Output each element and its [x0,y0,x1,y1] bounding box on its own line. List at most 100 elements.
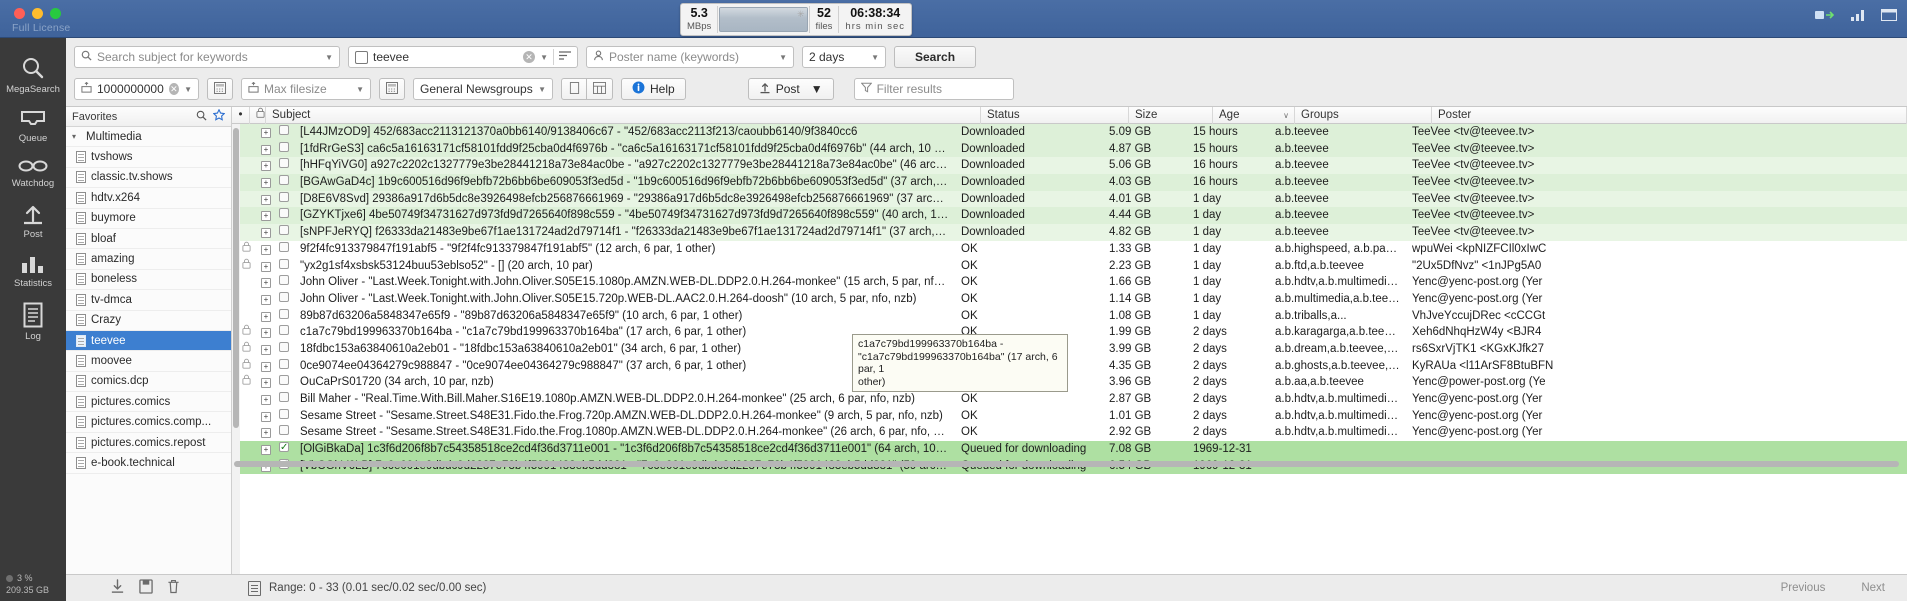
table-row[interactable]: + Bill Maher - "Real.Time.With.Bill.Maher… [240,391,1907,408]
chevron-down-icon[interactable]: ▾ [72,132,81,141]
row-expand-button[interactable]: + [258,358,276,375]
table-row[interactable]: + [OlGiBkaDa] 1c3f6d206f8b7c54358518ce2cd… [240,441,1907,458]
table-row[interactable]: + "yx2g1sf4xsbsk53124buu53eblso52" - [] (… [240,257,1907,275]
favorites-item[interactable]: buymore [66,209,231,229]
row-checkbox[interactable] [276,341,294,358]
poster-input[interactable]: Poster name (keywords) ▼ [586,46,794,68]
sidebar-item-queue[interactable]: Queue [0,101,66,150]
sidebar-item-post[interactable]: Post [0,195,66,246]
previous-button[interactable]: Previous [1781,582,1826,594]
post-button[interactable]: Post ▼ [747,78,834,100]
row-expand-button[interactable]: + [258,441,276,458]
row-expand-button[interactable]: + [258,157,276,174]
table-row[interactable]: + [D8E6V8Svd] 29386a917d6b5dc8e3926498efc… [240,190,1907,208]
favorites-item[interactable]: boneless [66,270,231,291]
row-checkbox[interactable] [276,308,294,325]
row-checkbox[interactable] [276,408,294,425]
vertical-scrollbar[interactable] [232,124,240,574]
row-expand-button[interactable]: + [258,141,276,158]
row-expand-button[interactable]: + [258,341,276,358]
sort-icon[interactable] [559,50,571,64]
signal-icon[interactable] [1851,9,1867,21]
row-checkbox[interactable] [276,258,294,275]
connections-icon[interactable] [1815,9,1837,21]
row-checkbox[interactable] [276,358,294,375]
row-checkbox[interactable] [276,174,294,191]
favorites-item[interactable]: pictures.comics.repost [66,433,231,454]
header-groups[interactable]: Groups [1295,107,1432,124]
favorites-item[interactable]: teevee [66,330,231,352]
table-row[interactable]: + John Oliver - "Last.Week.Tonight.with.J… [240,274,1907,291]
row-checkbox[interactable] [276,324,294,341]
favorites-item[interactable]: pictures.comics [66,392,231,413]
download-icon[interactable] [110,579,125,597]
table-row[interactable]: + [GZYKTjxe6] 4be50749f34731627d973fd9d72… [240,207,1907,225]
row-expand-button[interactable]: + [258,241,276,258]
favorites-item[interactable]: tvshows [66,147,231,168]
favorites-item[interactable]: comics.dcp [66,372,231,393]
row-checkbox[interactable] [276,241,294,258]
chevron-down-icon[interactable]: ▼ [871,53,879,62]
sidebar-item-watchdog[interactable]: Watchdog [0,150,66,195]
search-input[interactable]: Search subject for keywords ▼ [74,46,340,68]
chevron-down-icon[interactable]: ▼ [540,53,548,62]
sidebar-item-statistics[interactable]: Statistics [0,246,66,295]
row-expand-button[interactable]: + [258,391,276,408]
row-checkbox[interactable] [276,391,294,408]
table-row[interactable]: +9f2f4fc913379847f191abf5 - "9f2f4fc9133… [240,240,1907,258]
header-lock-column[interactable] [250,107,266,124]
view-toggle-group[interactable] [561,78,613,100]
window-controls[interactable] [14,8,61,19]
table-row[interactable]: +0ce9074ee04364279c988847 - "0ce9074ee04… [240,357,1907,375]
row-checkbox[interactable] [276,291,294,308]
table-row[interactable]: + Sesame Street - "Sesame.Street.S48E31.F… [240,424,1907,442]
favorites-item[interactable]: classic.tv.shows [66,168,231,189]
grid-view-button[interactable] [587,78,613,100]
row-checkbox[interactable] [276,224,294,241]
row-expand-button[interactable]: + [258,324,276,341]
window-icon[interactable] [1881,9,1897,21]
row-expand-button[interactable]: + [258,291,276,308]
row-expand-button[interactable]: + [258,174,276,191]
table-row[interactable]: + [BGAwGaD4c] 1b9c600516d96f9ebfb72b6bb6b… [240,174,1907,191]
max-size-input[interactable]: Max filesize ▼ [241,78,371,100]
row-expand-button[interactable]: + [258,374,276,391]
chevron-down-icon[interactable]: ▼ [811,82,823,96]
favorites-item[interactable]: ▾ Multimedia [66,127,231,148]
header-size[interactable]: Size [1129,107,1213,124]
row-checkbox[interactable] [276,274,294,291]
statusbar-actions[interactable] [66,579,180,597]
age-select[interactable]: 2 days ▼ [802,46,886,68]
clear-icon[interactable]: ✕ [523,51,536,63]
table-row[interactable]: + Sesame Street - "Sesame.Street.S48E31.F… [240,407,1907,425]
sidebar-item-log[interactable]: Log [0,295,66,348]
max-size-calculator-button[interactable] [379,78,405,100]
row-checkbox[interactable] [276,424,294,441]
favorites-item[interactable]: e-book.technical [66,453,231,474]
chevron-down-icon[interactable]: ▼ [538,85,546,94]
keyword-input[interactable]: teevee ✕ ▼ [348,46,578,68]
favorites-item[interactable]: Crazy [66,311,231,331]
row-checkbox[interactable] [276,141,294,158]
favorites-search-icon[interactable] [196,110,207,124]
table-row[interactable]: + [hHFqYiVG0] a927c2202c1327779e3be284412… [240,157,1907,175]
titlebar-right-icons[interactable] [1815,9,1897,21]
row-expand-button[interactable]: + [258,424,276,441]
header-flag-column[interactable]: • [232,107,250,124]
min-size-calculator-button[interactable] [207,78,233,100]
table-row[interactable]: + [L44JMzOD9] 452/683acc2113121370a0bb614… [240,124,1907,141]
sidebar-item-megasearch[interactable]: MegaSearch [0,48,66,101]
row-expand-button[interactable]: + [258,274,276,291]
row-checkbox[interactable] [276,124,294,141]
filter-input[interactable]: Filter results [853,78,1014,100]
row-checkbox[interactable] [276,441,294,458]
hscrollbar-thumb[interactable] [234,461,1899,467]
table-row[interactable]: +89b87d63206a5848347e65f9 - "89b87d63206… [240,307,1907,325]
save-icon[interactable] [139,579,153,597]
row-checkbox[interactable] [276,157,294,174]
table-body[interactable]: + [L44JMzOD9] 452/683acc2113121370a0bb614… [240,124,1907,475]
next-button[interactable]: Next [1861,582,1885,594]
clear-icon[interactable]: ✕ [168,83,180,95]
favorites-item[interactable]: amazing [66,249,231,270]
table-row[interactable]: +OuCaPrS01720 (34 arch, 10 par, nzb)OK3.… [240,374,1907,391]
